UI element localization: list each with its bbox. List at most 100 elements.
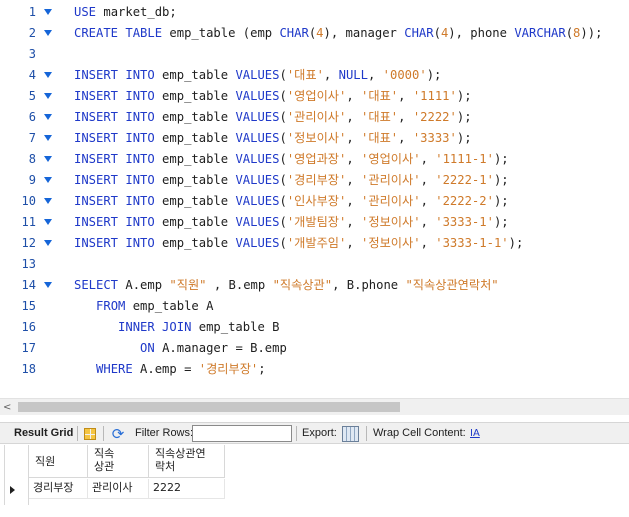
sql-keyword: NULL bbox=[338, 68, 368, 82]
code-line[interactable]: 1 USE market_db; bbox=[0, 2, 629, 23]
statement-marker-icon[interactable] bbox=[44, 219, 52, 225]
column-header-employee[interactable]: 직원 bbox=[29, 445, 88, 478]
table-cell[interactable]: 경리부장 bbox=[29, 479, 88, 499]
statement-marker-icon[interactable] bbox=[44, 282, 52, 288]
sql-literal: '2222' bbox=[412, 110, 457, 124]
column-header-label: 직원 bbox=[35, 455, 56, 468]
code-line[interactable]: 8 INSERT INTO emp_table VALUES('영업과장', '영… bbox=[0, 149, 629, 170]
sql-text: emp_table bbox=[154, 215, 236, 229]
line-number: 15 bbox=[21, 299, 36, 313]
code-line[interactable]: 18 WHERE A.emp = '경리부장'; bbox=[0, 359, 629, 380]
code-line[interactable]: 9 INSERT INTO emp_table VALUES('경리부장', '관… bbox=[0, 170, 629, 191]
line-number: 3 bbox=[28, 47, 36, 61]
sql-text: ), manager bbox=[323, 26, 405, 40]
scroll-left-arrow-icon[interactable]: < bbox=[3, 402, 14, 413]
sql-editor[interactable]: 1 USE market_db; 2 CREATE TABLE emp_table (… bbox=[0, 0, 629, 398]
sql-text: , bbox=[420, 152, 436, 166]
sql-text: , bbox=[346, 173, 362, 187]
scrollbar-thumb[interactable] bbox=[18, 402, 400, 412]
sql-literal: '개발주임' bbox=[286, 236, 347, 250]
code-text: INSERT INTO emp_table VALUES('대표', NULL,… bbox=[74, 65, 441, 86]
wrap-cell-icon[interactable]: IA bbox=[470, 427, 482, 441]
sql-keyword: USE bbox=[74, 5, 97, 19]
sql-text: ( bbox=[565, 26, 574, 40]
sql-keyword: INSERT INTO bbox=[74, 131, 155, 145]
code-line[interactable]: 15 FROM emp_table A bbox=[0, 296, 629, 317]
current-row-pointer-icon bbox=[10, 486, 15, 494]
sql-literal: '관리이사' bbox=[286, 110, 347, 124]
sql-text: , B.phone bbox=[332, 278, 406, 292]
sql-keyword: VALUES bbox=[235, 68, 280, 82]
table-cell[interactable]: 관리이사 bbox=[88, 479, 149, 499]
sql-text: emp_table bbox=[154, 89, 236, 103]
statement-marker-icon[interactable] bbox=[44, 72, 52, 78]
sql-literal: '정보이사' bbox=[286, 131, 347, 145]
column-header-manager[interactable]: 직속 상관 bbox=[88, 445, 149, 478]
sql-keyword: INSERT INTO bbox=[74, 110, 155, 124]
statement-marker-icon[interactable] bbox=[44, 177, 52, 183]
line-number: 9 bbox=[28, 173, 36, 187]
sql-keyword: VALUES bbox=[235, 131, 280, 145]
refresh-icon[interactable]: ⟳ bbox=[109, 425, 127, 443]
code-line[interactable]: 14 SELECT A.emp "직원" , B.emp "직속상관", B.ph… bbox=[0, 275, 629, 296]
result-grid-tab[interactable]: Result Grid bbox=[14, 423, 73, 445]
column-header-manager-phone[interactable]: 직속상관연 락처 bbox=[149, 445, 225, 478]
code-line[interactable]: 4 INSERT INTO emp_table VALUES('대표', NULL… bbox=[0, 65, 629, 86]
sql-text: ( bbox=[279, 173, 287, 187]
line-number: 13 bbox=[21, 257, 36, 271]
code-line[interactable]: 12 INSERT INTO emp_table VALUES('개발주임', '… bbox=[0, 233, 629, 254]
code-line[interactable]: 3 bbox=[0, 44, 629, 65]
line-number: 18 bbox=[21, 362, 36, 376]
sql-text: ); bbox=[493, 215, 509, 229]
result-toolbar: Result Grid ⟳ Filter Rows: Export: Wrap … bbox=[0, 422, 629, 444]
code-line[interactable]: 11 INSERT INTO emp_table VALUES('개발팀장', '… bbox=[0, 212, 629, 233]
code-line[interactable]: 13 bbox=[0, 254, 629, 275]
statement-marker-icon[interactable] bbox=[44, 135, 52, 141]
sql-text: , bbox=[398, 110, 413, 124]
sql-text: ); bbox=[493, 152, 509, 166]
horizontal-scrollbar[interactable]: < bbox=[0, 398, 629, 415]
grid-view-icon[interactable] bbox=[84, 428, 96, 440]
table-cell[interactable]: 2222 bbox=[149, 479, 225, 499]
code-line[interactable]: 5 INSERT INTO emp_table VALUES('영업이사', '대… bbox=[0, 86, 629, 107]
wrap-cell-label: Wrap Cell Content: bbox=[373, 427, 466, 439]
sql-literal: '영업이사' bbox=[286, 89, 347, 103]
code-line[interactable]: 17 ON A.manager = B.emp bbox=[0, 338, 629, 359]
statement-marker-icon[interactable] bbox=[44, 198, 52, 204]
code-text: INSERT INTO emp_table VALUES('경리부장', '관리… bbox=[74, 170, 509, 191]
sql-keyword: VALUES bbox=[235, 89, 280, 103]
filter-rows-label: Filter Rows: bbox=[135, 427, 194, 439]
statement-marker-icon[interactable] bbox=[44, 9, 52, 15]
code-line[interactable]: 6 INSERT INTO emp_table VALUES('관리이사', '대… bbox=[0, 107, 629, 128]
toolbar-divider bbox=[366, 426, 367, 441]
code-line[interactable]: 16 INNER JOIN emp_table B bbox=[0, 317, 629, 338]
sql-keyword: VALUES bbox=[235, 194, 280, 208]
statement-marker-icon[interactable] bbox=[44, 240, 52, 246]
sql-text: ( bbox=[279, 131, 287, 145]
statement-marker-icon[interactable] bbox=[44, 93, 52, 99]
code-line[interactable]: 10 INSERT INTO emp_table VALUES('인사부장', '… bbox=[0, 191, 629, 212]
result-grid: 직원 직속 상관 직속상관연 락처 경리부장 관리이사 2222 bbox=[0, 445, 629, 517]
statement-marker-icon[interactable] bbox=[44, 114, 52, 120]
sql-text: ), phone bbox=[448, 26, 515, 40]
code-line[interactable]: 2 CREATE TABLE emp_table (emp CHAR(4), ma… bbox=[0, 23, 629, 44]
sql-literal: '3333-1-1' bbox=[435, 236, 509, 250]
sql-literal: '대표' bbox=[286, 68, 324, 82]
sql-text: market_db; bbox=[96, 5, 177, 19]
sql-text: , bbox=[420, 194, 436, 208]
filter-rows-input[interactable] bbox=[192, 425, 292, 442]
sql-text: ); bbox=[508, 236, 524, 250]
line-number: 6 bbox=[28, 110, 36, 124]
code-line[interactable]: 7 INSERT INTO emp_table VALUES('정보이사', '대… bbox=[0, 128, 629, 149]
sql-keyword: INSERT INTO bbox=[74, 215, 155, 229]
statement-marker-icon[interactable] bbox=[44, 30, 52, 36]
export-icon[interactable] bbox=[342, 426, 359, 442]
statement-marker-icon[interactable] bbox=[44, 156, 52, 162]
sql-keyword: WHERE bbox=[96, 362, 133, 376]
row-selector-column[interactable] bbox=[4, 445, 29, 505]
sql-literal: '1111' bbox=[412, 89, 457, 103]
line-number: 2 bbox=[28, 26, 36, 40]
